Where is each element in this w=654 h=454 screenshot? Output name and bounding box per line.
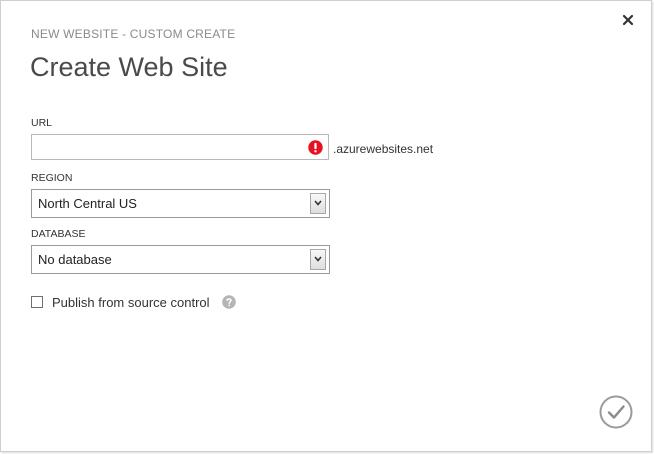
publish-source-control-checkbox[interactable]: [31, 296, 43, 308]
publish-source-control-row: Publish from source control: [31, 294, 236, 310]
database-label: DATABASE: [31, 228, 86, 240]
region-selected-value: North Central US: [38, 196, 137, 211]
close-button[interactable]: [619, 11, 637, 29]
url-domain-suffix: .azurewebsites.net: [333, 142, 434, 156]
chevron-down-icon: [314, 200, 322, 206]
region-select[interactable]: North Central US: [31, 189, 330, 218]
error-exclamation-icon: [308, 140, 323, 155]
url-field-wrapper: [31, 134, 329, 160]
region-dropdown-button[interactable]: [310, 193, 326, 214]
publish-source-control-label[interactable]: Publish from source control: [52, 295, 210, 310]
create-website-dialog: NEW WEBSITE - CUSTOM CREATE Create Web S…: [0, 0, 652, 452]
database-select[interactable]: No database: [31, 245, 330, 274]
region-label: REGION: [31, 172, 73, 184]
close-icon: [622, 14, 634, 26]
database-dropdown-button[interactable]: [310, 249, 326, 270]
url-input[interactable]: [32, 135, 302, 159]
chevron-down-icon: [314, 256, 322, 262]
url-label: URL: [31, 117, 53, 129]
dialog-title: Create Web Site: [30, 52, 228, 82]
confirm-button[interactable]: [599, 395, 633, 429]
database-selected-value: No database: [38, 252, 112, 267]
help-question-icon[interactable]: [221, 295, 236, 309]
dialog-subtitle: NEW WEBSITE - CUSTOM CREATE: [31, 27, 236, 41]
checkmark-circle-icon: [599, 395, 633, 429]
